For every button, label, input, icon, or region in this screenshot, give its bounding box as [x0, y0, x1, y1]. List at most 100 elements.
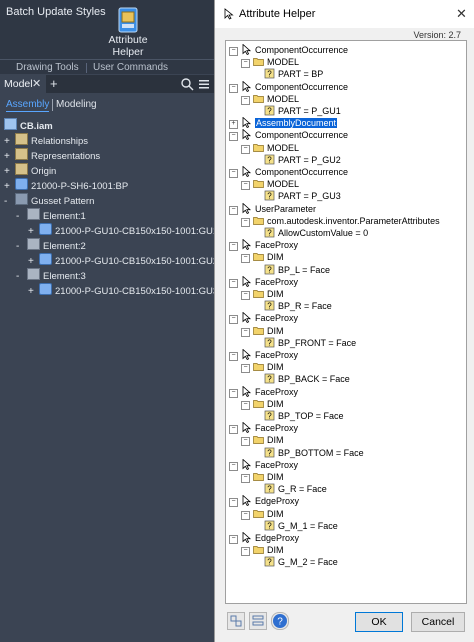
- collapse-icon[interactable]: −: [229, 242, 238, 252]
- add-tab-icon[interactable]: +: [50, 76, 58, 91]
- browser-item[interactable]: +21000-P-SH6-1001:BP: [4, 178, 128, 193]
- collapse-icon[interactable]: -: [4, 196, 12, 207]
- tree-node[interactable]: − ComponentOccurrence: [229, 80, 348, 93]
- tree-node[interactable]: ? G_M_2 = Face: [253, 556, 338, 568]
- collapse-icon[interactable]: −: [229, 83, 238, 93]
- close-icon[interactable]: ✕: [456, 6, 467, 22]
- attribute-helper-icon[interactable]: [116, 6, 140, 34]
- collapse-icon[interactable]: −: [229, 205, 238, 215]
- tab-modeling[interactable]: Modeling: [56, 99, 97, 110]
- help-button[interactable]: ?: [271, 612, 289, 630]
- tree-node[interactable]: − FaceProxy: [229, 458, 298, 471]
- expand-icon[interactable]: +: [28, 256, 36, 267]
- tree-node[interactable]: − ComponentOccurrence: [229, 129, 348, 142]
- tree-node[interactable]: − DIM: [241, 288, 284, 300]
- tree-node[interactable]: − FaceProxy: [229, 422, 298, 435]
- browser-item[interactable]: + Representations: [4, 148, 100, 163]
- tree-node[interactable]: − UserParameter: [229, 202, 316, 215]
- menu-icon[interactable]: [198, 78, 210, 90]
- tree-node[interactable]: ? G_M_1 = Face: [253, 520, 338, 532]
- dialog-title-bar[interactable]: Attribute Helper ✕: [215, 0, 474, 28]
- tree-node[interactable]: ? PART = BP: [253, 68, 323, 80]
- tree-node[interactable]: − DIM: [241, 508, 284, 520]
- tree-node[interactable]: ? AllowCustomValue = 0: [253, 227, 368, 239]
- tree-node[interactable]: ? G_R = Face: [253, 483, 327, 495]
- collapse-icon[interactable]: −: [229, 388, 238, 398]
- collapse-icon[interactable]: −: [229, 461, 238, 471]
- browser-item[interactable]: + Origin: [4, 163, 56, 178]
- tree-node[interactable]: − EdgeProxy: [229, 532, 299, 544]
- search-icon[interactable]: [180, 77, 194, 91]
- expand-icon[interactable]: +: [4, 181, 12, 192]
- tree-node[interactable]: − DIM: [241, 544, 284, 557]
- tree-node[interactable]: ? PART = P_GU1: [253, 105, 341, 117]
- collapse-icon[interactable]: −: [241, 547, 250, 557]
- collapse-icon[interactable]: −: [229, 278, 238, 288]
- attribute-tree[interactable]: − ComponentOccurrence − MODEL? PART = BP − Com…: [225, 40, 467, 604]
- collapse-icon[interactable]: −: [229, 169, 238, 178]
- collapse-icon[interactable]: −: [229, 315, 238, 325]
- browser-item[interactable]: CB.iam: [4, 118, 53, 133]
- collapse-icon[interactable]: −: [241, 59, 250, 69]
- tree-node[interactable]: + AssemblyDocument: [229, 117, 338, 130]
- tree-node[interactable]: ? BP_L = Face: [253, 264, 330, 276]
- tree-node[interactable]: − ComponentOccurrence: [229, 44, 348, 56]
- collapse-icon[interactable]: −: [241, 474, 250, 483]
- batch-update-styles-button[interactable]: Batch Update Styles: [6, 6, 106, 18]
- attribute-helper-button[interactable]: Attribute Helper: [104, 34, 152, 58]
- collapse-icon[interactable]: −: [241, 291, 250, 300]
- tree-node[interactable]: ? BP_R = Face: [253, 300, 332, 312]
- tree-node[interactable]: ? PART = P_GU2: [253, 154, 341, 166]
- tree-node[interactable]: − FaceProxy: [229, 275, 298, 288]
- tree-node[interactable]: − DIM: [241, 325, 284, 337]
- expand-all-button[interactable]: [227, 612, 245, 630]
- collapse-icon[interactable]: -: [16, 271, 24, 282]
- collapse-icon[interactable]: −: [229, 498, 238, 508]
- collapse-icon[interactable]: −: [229, 425, 238, 435]
- tree-node[interactable]: − EdgeProxy: [229, 495, 299, 508]
- tree-node[interactable]: − FaceProxy: [229, 239, 298, 252]
- collapse-icon[interactable]: −: [229, 132, 238, 142]
- browser-item[interactable]: +21000-P-GU10-CB150x150-1001:GU1: [28, 223, 218, 238]
- browser-item[interactable]: - Element:3: [16, 268, 86, 283]
- tree-node[interactable]: ? BP_BOTTOM = Face: [253, 447, 364, 459]
- browser-item[interactable]: +21000-P-GU10-CB150x150-1001:GU2: [28, 253, 218, 268]
- tree-node[interactable]: − DIM: [241, 434, 284, 447]
- expand-icon[interactable]: +: [4, 136, 12, 147]
- tree-node[interactable]: − DIM: [241, 251, 284, 264]
- tree-node[interactable]: ? PART = P_GU3: [253, 190, 341, 202]
- collapse-icon[interactable]: −: [229, 535, 238, 544]
- collapse-icon[interactable]: −: [241, 364, 250, 374]
- browser-item[interactable]: - Gusset Pattern: [4, 193, 94, 208]
- collapse-icon[interactable]: −: [241, 327, 250, 337]
- browser-item[interactable]: +21000-P-GU10-CB150x150-1001:GU3: [28, 283, 218, 298]
- tree-node[interactable]: − com.autodesk.inventor.ParameterAttribut…: [241, 215, 440, 227]
- collapse-icon[interactable]: −: [241, 181, 250, 191]
- tree-node[interactable]: ? BP_FRONT = Face: [253, 337, 356, 349]
- tab-model[interactable]: Model ✕: [0, 75, 46, 93]
- tree-node[interactable]: − DIM: [241, 361, 284, 374]
- collapse-icon[interactable]: −: [241, 510, 250, 520]
- expand-icon[interactable]: +: [28, 286, 36, 297]
- tree-node[interactable]: − DIM: [241, 471, 284, 483]
- collapse-icon[interactable]: −: [241, 217, 250, 227]
- collapse-icon[interactable]: −: [241, 95, 250, 105]
- ok-button[interactable]: OK: [355, 612, 403, 632]
- tree-node[interactable]: − ComponentOccurrence: [229, 166, 348, 178]
- tree-node[interactable]: − DIM: [241, 398, 284, 410]
- tree-node[interactable]: − FaceProxy: [229, 385, 298, 398]
- browser-item[interactable]: - Element:2: [16, 238, 86, 253]
- tree-node[interactable]: − MODEL: [241, 178, 299, 191]
- collapse-icon[interactable]: −: [229, 352, 238, 361]
- expand-icon[interactable]: +: [229, 120, 238, 130]
- collapse-icon[interactable]: −: [241, 254, 250, 264]
- expand-icon[interactable]: +: [4, 166, 12, 177]
- tree-node[interactable]: − MODEL: [241, 93, 299, 105]
- tree-node[interactable]: − FaceProxy: [229, 349, 298, 361]
- collapse-icon[interactable]: −: [229, 47, 238, 56]
- collapse-icon[interactable]: −: [241, 400, 250, 410]
- tree-node[interactable]: ? BP_TOP = Face: [253, 410, 343, 422]
- tree-node[interactable]: − MODEL: [241, 56, 299, 69]
- collapse-icon[interactable]: -: [16, 241, 24, 252]
- tree-node[interactable]: − MODEL: [241, 142, 299, 154]
